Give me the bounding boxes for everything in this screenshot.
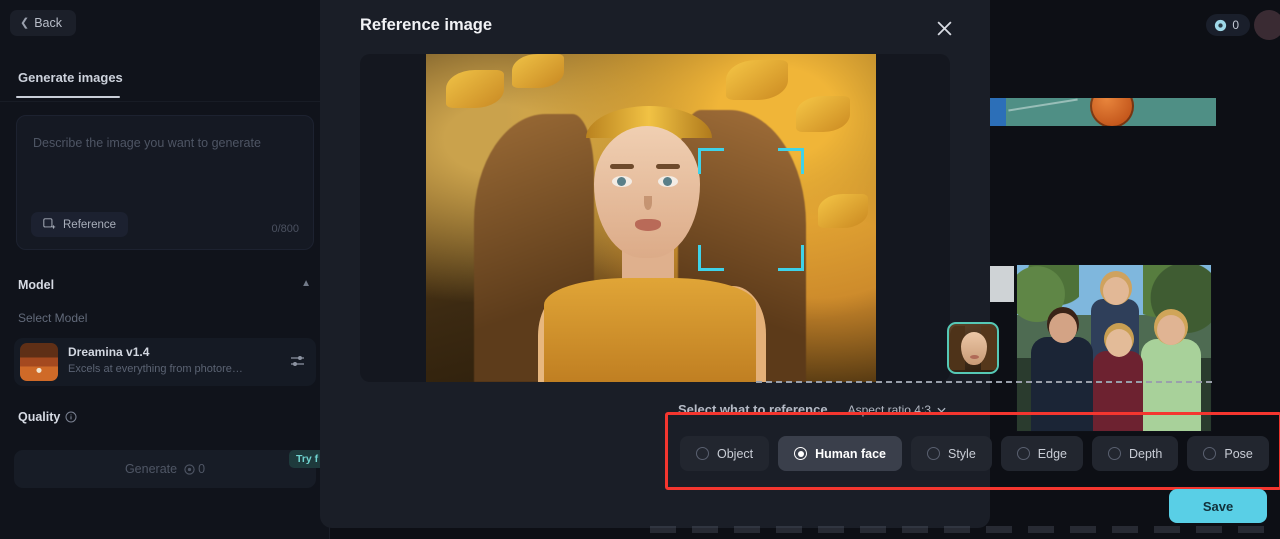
face-selection-bracket-top-left[interactable] <box>698 148 724 174</box>
gallery-image-strip[interactable] <box>988 266 1014 302</box>
leaf-decor <box>726 60 788 100</box>
aspect-ratio-label: Aspect ratio 4:3 <box>847 403 931 417</box>
generate-credit-value: 0 <box>198 462 206 476</box>
chevron-left-icon: ❮ <box>20 16 30 29</box>
back-button[interactable]: ❮ Back <box>10 10 77 36</box>
aspect-ratio-dropdown[interactable]: Aspect ratio 4:3 <box>848 403 946 417</box>
left-sidebar: ❮ Back Generate images Describe the imag… <box>0 0 330 539</box>
reference-type-options: Object Human face Style Edge Depth Pose <box>680 436 1269 471</box>
option-depth-label: Depth <box>1129 446 1163 461</box>
radio-icon-selected <box>794 447 808 460</box>
option-edge-label: Edge <box>1037 446 1067 461</box>
reference-button[interactable]: Reference <box>31 212 129 237</box>
option-edge[interactable]: Edge <box>1000 436 1083 471</box>
chip-lips <box>970 355 979 359</box>
leaf-decor <box>796 96 850 132</box>
radio-icon <box>696 447 709 460</box>
option-pose-label: Pose <box>1224 446 1253 461</box>
reference-image-modal: Reference image Select what to reference… <box>320 0 1280 533</box>
model-card[interactable]: Dreamina v1.4 Excels at everything from … <box>14 338 316 386</box>
chip-face <box>961 332 987 365</box>
eyebrow-left <box>610 164 634 169</box>
character-counter: 0/800 <box>271 223 299 235</box>
credits-value: 0 <box>1232 18 1239 32</box>
coin-icon <box>1215 19 1227 31</box>
save-button[interactable]: Save <box>1169 489 1267 523</box>
gallery-image-basketball[interactable] <box>988 98 1216 126</box>
nose <box>644 196 652 210</box>
info-icon[interactable] <box>65 411 77 423</box>
option-pose[interactable]: Pose <box>1187 436 1269 471</box>
tab-active-underline <box>16 96 120 98</box>
lips <box>635 219 661 231</box>
family-boy <box>1093 329 1143 431</box>
radio-icon <box>1016 447 1030 460</box>
radio-icon <box>927 447 940 460</box>
model-section-title: Model <box>18 278 55 292</box>
reference-image-icon <box>43 218 56 229</box>
eye-right <box>658 176 678 187</box>
close-x-icon <box>936 20 952 36</box>
leaf-decor <box>446 70 504 108</box>
reference-photo <box>426 54 876 382</box>
model-description: Excels at everything from photore… <box>68 363 243 375</box>
family-father <box>1031 313 1093 431</box>
modal-title: Reference image <box>360 16 493 34</box>
option-human-face[interactable]: Human face <box>778 436 902 471</box>
select-what-to-reference-label: Select what to reference <box>678 402 828 417</box>
radio-icon <box>1203 447 1217 460</box>
family-mother <box>1141 315 1201 431</box>
reference-image-preview[interactable] <box>360 54 950 382</box>
option-object-label: Object <box>717 446 754 461</box>
sliders-icon[interactable] <box>290 354 306 368</box>
credits-badge[interactable]: 0 <box>1206 14 1250 36</box>
modal-footer-text-strip <box>650 526 1280 533</box>
close-icon[interactable] <box>930 14 958 42</box>
eyebrow-right <box>656 164 680 169</box>
gallery-image-family-portrait[interactable] <box>1016 264 1212 432</box>
tab-generate-images[interactable]: Generate images <box>18 70 123 94</box>
generate-credit-cost: 0 <box>184 462 205 476</box>
option-human-face-label: Human face <box>815 446 886 461</box>
coin-icon <box>184 463 195 475</box>
chevron-up-icon[interactable]: ▲ <box>301 278 311 289</box>
option-depth[interactable]: Depth <box>1092 436 1179 471</box>
radio-icon <box>1108 447 1121 460</box>
reference-button-label: Reference <box>63 218 117 231</box>
generate-button-label: Generate <box>124 462 178 476</box>
app-root: ❮ Back Generate images Describe the imag… <box>0 0 1280 539</box>
select-model-label: Select Model <box>18 311 88 325</box>
image-bottom-dashed-divider <box>756 381 1212 383</box>
face-selection-bracket-bottom-right[interactable] <box>778 245 804 271</box>
eye-left <box>612 176 632 187</box>
quality-label: Quality <box>18 410 61 424</box>
user-avatar[interactable] <box>1254 10 1280 40</box>
model-thumbnail <box>20 343 58 381</box>
option-style[interactable]: Style <box>911 436 992 471</box>
detected-face-thumbnail[interactable] <box>947 322 999 374</box>
face-selection-bracket-top-right[interactable] <box>778 148 804 174</box>
back-button-label: Back <box>34 16 63 30</box>
subject-dress <box>544 278 756 382</box>
leaf-decor <box>818 194 868 228</box>
option-style-label: Style <box>948 446 976 461</box>
generate-button[interactable]: Generate 0 <box>14 450 316 488</box>
prompt-input-container[interactable]: Describe the image you want to generate … <box>16 115 314 250</box>
option-object[interactable]: Object <box>680 436 770 471</box>
face-selection-bracket-bottom-left[interactable] <box>698 245 724 271</box>
leaf-decor <box>512 54 564 88</box>
subject-face <box>594 126 700 258</box>
quality-section-title: Quality <box>18 410 77 424</box>
model-name: Dreamina v1.4 <box>68 345 150 359</box>
prompt-placeholder: Describe the image you want to generate <box>33 136 261 150</box>
chevron-down-icon <box>937 407 946 413</box>
